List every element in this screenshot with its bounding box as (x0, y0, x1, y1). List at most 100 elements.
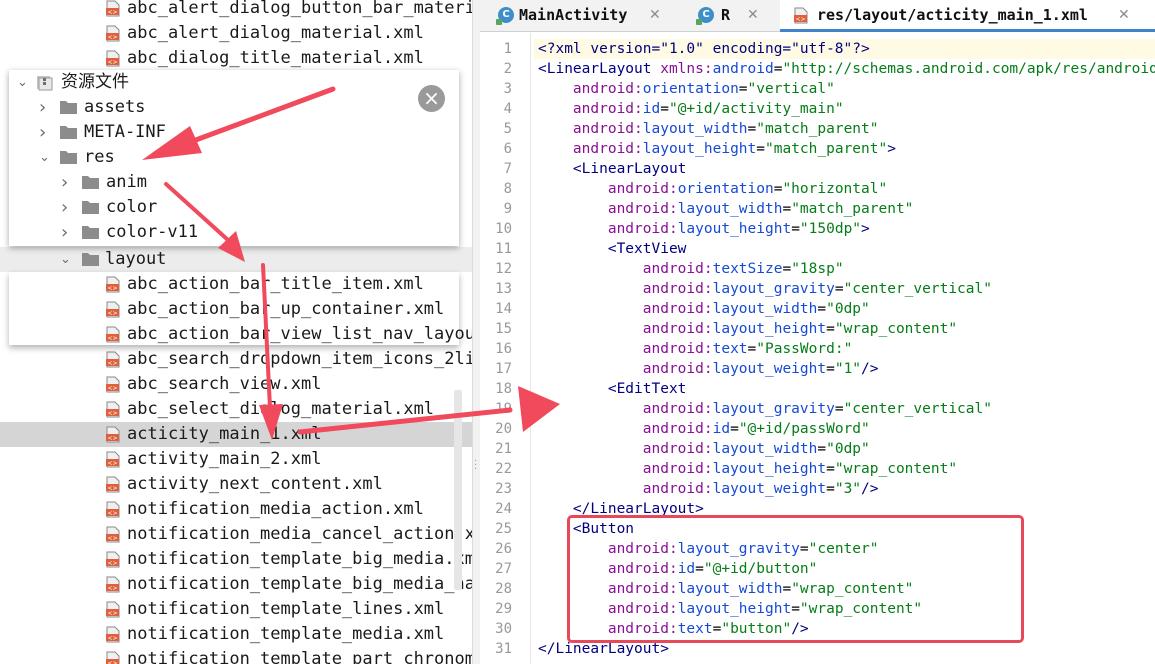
popup-root-label: 资源文件 (61, 72, 129, 92)
code-token: = (817, 441, 827, 457)
code-token: = (730, 421, 739, 437)
code-line: android:layout_weight="1"/> (538, 359, 879, 379)
svg-text:<>: <> (107, 435, 117, 442)
pane-splitter[interactable]: · · · (472, 0, 480, 664)
code-token: "match_parent" (765, 141, 888, 157)
tree-file-row[interactable]: <> notification_template_media.xml (0, 622, 472, 647)
chevron-right-icon[interactable]: › (39, 120, 46, 145)
tree-file-row[interactable]: <> abc_alert_dialog_button_bar_material.x… (0, 0, 472, 21)
code-token: = (738, 81, 748, 97)
svg-text:<>: <> (107, 34, 117, 41)
popup-folder-row[interactable]: › color (9, 195, 459, 220)
tree-file-row[interactable]: <> abc_select_dialog_material.xml (0, 397, 472, 422)
svg-text:<>: <> (107, 385, 117, 392)
chevron-down-icon[interactable]: ⌄ (60, 247, 71, 272)
chevron-right-icon[interactable]: › (61, 220, 68, 245)
close-icon[interactable]: ✕ (747, 0, 759, 30)
popup-folder-row[interactable]: › color-v11 (9, 220, 459, 245)
xml-file-icon: <> (106, 551, 120, 568)
tree-scrollbar[interactable] (454, 390, 462, 590)
folder-icon (82, 253, 99, 266)
tree-file-row[interactable]: <> activity_main_2.xml (0, 447, 472, 472)
chevron-right-icon[interactable]: › (61, 195, 68, 220)
line-number: 6 (503, 141, 512, 157)
line-number: 21 (495, 441, 512, 457)
popup-folder-row[interactable]: › META-INF (9, 120, 459, 145)
code-token: id (642, 101, 661, 117)
line-number: 8 (503, 181, 512, 197)
code-token: layout_height (642, 141, 757, 157)
code-token: orientation (642, 81, 739, 97)
tab-r[interactable]: C R ✕ (680, 0, 780, 32)
tree-file-row[interactable]: <> abc_action_bar_up_container.xml (0, 297, 472, 322)
tree-file-label: abc_alert_dialog_material.xml (127, 23, 424, 43)
chevron-down-icon[interactable]: ⌄ (17, 70, 28, 95)
code-token: "1" (834, 361, 862, 377)
chevron-right-icon[interactable]: › (39, 95, 46, 120)
svg-text:<>: <> (107, 460, 117, 467)
popup-folder-row[interactable]: › assets (9, 95, 459, 120)
tree-folder-layout[interactable]: ⌄ layout (0, 247, 472, 272)
chevron-down-icon[interactable]: ⌄ (39, 145, 50, 170)
code-line: android:layout_width="match_parent" (538, 119, 879, 139)
xml-file-icon: <> (106, 501, 120, 518)
xml-file-icon: <> (106, 426, 120, 443)
popup-folder-label: color (106, 197, 158, 217)
tree-file-row[interactable]: <> notification_media_action.xml (0, 497, 472, 522)
code-token: android: (642, 481, 713, 497)
code-token: = (756, 141, 765, 157)
tab-mainactivity[interactable]: C MainActivity ✕ (480, 0, 680, 32)
tree-file-row[interactable]: <> abc_search_view.xml (0, 372, 472, 397)
tree-file-row[interactable]: <> notification_template_lines.xml (0, 597, 472, 622)
popup-root-row[interactable]: ⌄ 资源文件 (9, 70, 459, 95)
popup-folder-row[interactable]: › anim (9, 170, 459, 195)
tree-file-row[interactable]: <> abc_action_bar_view_list_nav_layout.xm… (0, 322, 472, 347)
code-token: android: (642, 341, 713, 357)
tree-file-row[interactable]: <> notification_template_part_chronometer… (0, 647, 472, 664)
tree-file-row[interactable]: <> abc_alert_dialog_material.xml (0, 21, 472, 46)
class-c-icon: C (496, 7, 514, 25)
svg-text:<>: <> (107, 610, 117, 617)
svg-text:<>: <> (107, 310, 117, 317)
line-number: 10 (495, 221, 512, 237)
fold-column (530, 33, 534, 664)
tree-file-label: activity_main_2.xml (127, 449, 322, 469)
tree-file-row[interactable]: <> notification_media_cancel_action.xml (0, 522, 472, 547)
line-number: 13 (495, 281, 512, 297)
line-number: 9 (503, 201, 512, 217)
code-token: = (782, 201, 792, 217)
line-number: 5 (503, 121, 512, 137)
tree-file-row-selected[interactable]: <> acticity_main_1.xml (0, 422, 472, 447)
tree-file-row[interactable]: <> abc_action_bar_title_item.xml (0, 272, 472, 297)
popup-folder-row[interactable]: ⌄ res (9, 145, 459, 170)
tree-file-row[interactable]: <> abc_dialog_title_material.xml (0, 46, 472, 71)
close-icon[interactable]: ✕ (649, 0, 661, 30)
line-number: 29 (495, 601, 512, 617)
code-token: android: (642, 321, 713, 337)
tree-file-row[interactable]: <> notification_template_big_media.xml (0, 547, 472, 572)
tree-file-row[interactable]: <> abc_search_dropdown_item_icons_2line.x… (0, 347, 472, 372)
tab-acticity-main-1-xml[interactable]: <> res/layout/acticity_main_1.xml ✕ (780, 0, 1155, 32)
code-token: = (834, 401, 844, 417)
svg-text:<>: <> (107, 59, 117, 66)
xml-file-icon: <> (106, 451, 120, 468)
code-token: "150dp" (799, 221, 862, 237)
popup-folder-label: anim (106, 172, 147, 192)
close-icon[interactable]: ✕ (1118, 0, 1130, 30)
tree-file-label: acticity_main_1.xml (127, 424, 322, 444)
chevron-right-icon[interactable]: › (61, 170, 68, 195)
code-token: "wrap_content" (834, 461, 958, 477)
tree-file-row[interactable]: <> notification_template_big_media_narrow… (0, 572, 472, 597)
tree-file-label: notification_media_action.xml (127, 499, 424, 519)
code-token: android: (642, 421, 713, 437)
popup-folder-label: color-v11 (106, 222, 199, 242)
tree-file-row[interactable]: <> activity_next_content.xml (0, 472, 472, 497)
